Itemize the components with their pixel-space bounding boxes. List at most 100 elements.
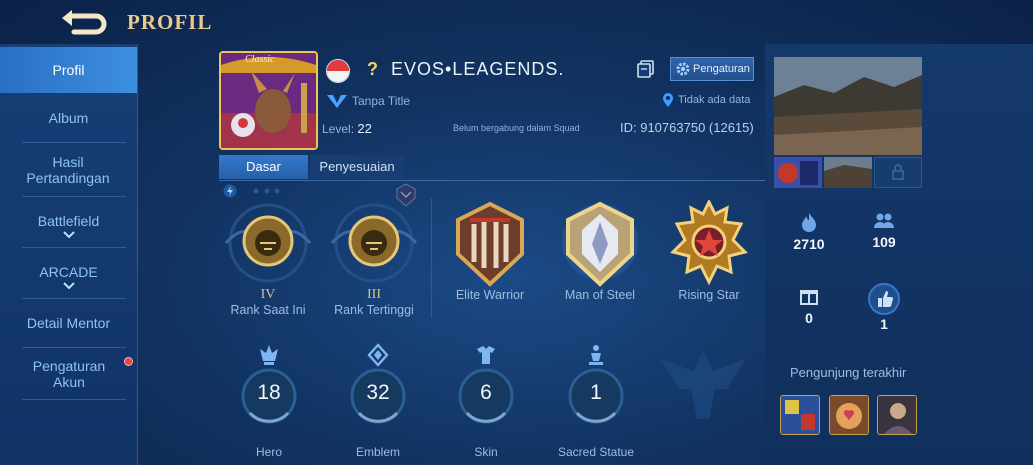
- photo-slot-locked[interactable]: [874, 157, 922, 188]
- player-id: ID: 910763750 (12615): [620, 120, 754, 135]
- stat-value: 1: [590, 381, 602, 404]
- likes-value: 1: [880, 316, 888, 332]
- stat-gifts[interactable]: 0: [779, 284, 839, 326]
- visitor-avatar[interactable]: [780, 395, 820, 435]
- page-title: PROFIL: [127, 10, 213, 34]
- stat-emblem[interactable]: 32 Emblem: [333, 343, 423, 459]
- tab-underline: [219, 180, 765, 181]
- rank-tier: IV: [260, 287, 276, 302]
- emblem-icon: [367, 343, 389, 367]
- statue-icon: [589, 345, 603, 365]
- divider: [431, 198, 432, 318]
- tab-dasar[interactable]: Dasar: [219, 155, 308, 179]
- rank-highest[interactable]: III Rank Tertinggi: [324, 203, 424, 317]
- stat-sacred-statue[interactable]: 1 Sacred Statue: [551, 343, 641, 459]
- photo-thumbnail[interactable]: [774, 157, 822, 188]
- sidebar-item-detail-mentor[interactable]: Detail Mentor: [0, 315, 137, 331]
- visitor-avatar[interactable]: [877, 395, 917, 435]
- name-prefix: ?: [367, 59, 378, 79]
- stat-followers[interactable]: 109: [854, 212, 914, 250]
- level-label: Level:: [322, 122, 355, 136]
- divider: [22, 298, 126, 299]
- popularity-value: 2710: [793, 236, 825, 252]
- faded-emblem-icon: [661, 351, 745, 419]
- country-flag-icon: [326, 59, 350, 83]
- top-bar: PROFIL: [0, 0, 1033, 44]
- landscape-photo: [774, 57, 922, 155]
- divider: [22, 196, 126, 197]
- stat-skin[interactable]: 6 Skin: [441, 343, 531, 459]
- followers-value: 109: [872, 234, 896, 250]
- lock-icon: [892, 164, 904, 180]
- divider: [22, 142, 126, 143]
- gift-icon: [800, 290, 818, 305]
- medal-label: Rank Tertinggi: [334, 303, 414, 317]
- player-title: Tanpa Title: [352, 94, 411, 108]
- stat-value: 32: [366, 381, 390, 404]
- profile-photo[interactable]: [774, 57, 922, 155]
- sidebar-item-label: ARCADE: [39, 264, 98, 280]
- stat-likes[interactable]: 1: [854, 282, 914, 332]
- stat-label: Emblem: [355, 445, 400, 459]
- sidebar: Profil Album Hasil Pertandingan Battlefi…: [0, 44, 138, 465]
- medal-label: Rank Saat Ini: [230, 303, 306, 317]
- stat-value: 18: [257, 381, 281, 404]
- stat-hero[interactable]: 18 Hero: [224, 343, 314, 459]
- divider: [22, 347, 126, 348]
- tab-penyesuaian[interactable]: Penyesuaian: [310, 155, 404, 179]
- back-button[interactable]: [58, 6, 108, 36]
- player-level: Level: 22: [322, 121, 372, 136]
- medal-label: Rising Star: [678, 288, 740, 302]
- stat-label: Hero: [255, 445, 282, 459]
- page-dots: [253, 188, 280, 194]
- avatar[interactable]: Classic: [219, 51, 318, 150]
- tab-label: Penyesuaian: [319, 159, 395, 174]
- stat-label: Sacred Statue: [557, 445, 635, 459]
- sidebar-item-pengaturan-akun[interactable]: Pengaturan Akun: [24, 358, 114, 390]
- sidebar-item-label: Pengaturan Akun: [32, 358, 106, 390]
- rank-lion-icon: [330, 203, 418, 283]
- location-text: Tidak ada data: [678, 94, 751, 106]
- settings-button[interactable]: Pengaturan: [670, 57, 754, 81]
- sidebar-item-label: Detail Mentor: [26, 315, 111, 331]
- medal-rising-star[interactable]: Rising Star: [659, 200, 759, 302]
- recent-visitors-title: Pengunjung terakhir: [790, 365, 907, 380]
- rank-tier: III: [367, 287, 381, 302]
- sidebar-item-profil[interactable]: Profil: [0, 47, 137, 93]
- photo-thumbnail[interactable]: [824, 157, 872, 188]
- medal-label: Elite Warrior: [455, 288, 525, 302]
- lightning-icon: [223, 184, 237, 198]
- sidebar-item-album[interactable]: Album: [0, 110, 137, 126]
- player-name: EVOS•LEAGENDS.: [391, 59, 565, 79]
- sidebar-item-battlefield[interactable]: Battlefield: [0, 213, 137, 239]
- chevron-down-icon: [62, 282, 75, 290]
- medal-elite-warrior[interactable]: Elite Warrior: [440, 200, 540, 302]
- chevron-down-icon: [62, 231, 75, 239]
- divider: [22, 247, 126, 248]
- divider: [22, 399, 126, 400]
- rank-current[interactable]: IV Rank Saat Ini: [218, 203, 318, 317]
- sidebar-item-hasil-pertandingan[interactable]: Hasil Pertandingan: [18, 154, 118, 186]
- squad-status: Belum bergabung dalam Squad: [453, 123, 580, 133]
- visitor-avatar[interactable]: [829, 395, 869, 435]
- hero-icon: [260, 345, 278, 365]
- copy-icon[interactable]: [636, 59, 656, 79]
- medal-man-of-steel[interactable]: Man of Steel: [550, 200, 650, 302]
- stat-popularity[interactable]: 2710: [779, 212, 839, 252]
- man-of-steel-badge-icon: [562, 201, 638, 287]
- location-pin-icon: [663, 93, 673, 107]
- sidebar-item-label: Hasil Pertandingan: [26, 154, 110, 186]
- stat-value: 6: [480, 381, 492, 404]
- gifts-value: 0: [805, 310, 813, 326]
- sidebar-item-arcade[interactable]: ARCADE: [0, 264, 137, 290]
- rank-lion-icon: [224, 203, 312, 283]
- avatar-banner: Classic: [245, 54, 275, 65]
- rising-star-badge-icon: [670, 200, 748, 286]
- stat-label: Skin: [474, 445, 498, 459]
- tab-label: Dasar: [246, 159, 281, 174]
- level-value: 22: [357, 121, 372, 136]
- skin-icon: [477, 346, 495, 364]
- sidebar-item-label: Album: [48, 110, 89, 126]
- sidebar-item-label: Profil: [52, 62, 85, 78]
- title-icon: [327, 95, 347, 108]
